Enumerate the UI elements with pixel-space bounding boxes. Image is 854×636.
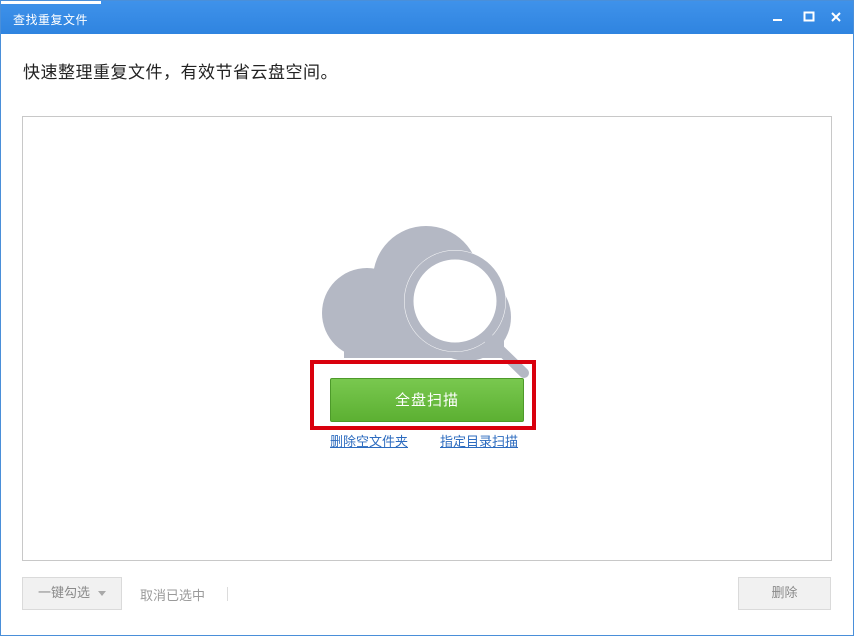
close-icon[interactable] xyxy=(827,8,845,26)
maximize-icon[interactable] xyxy=(800,8,818,26)
full-scan-button[interactable]: 全盘扫描 xyxy=(330,378,524,422)
select-all-dropdown[interactable]: 一键勾选 xyxy=(22,577,122,610)
cloud-search-icon xyxy=(322,226,529,378)
window-title: 查找重复文件 xyxy=(13,13,89,27)
title-bar[interactable]: 查找重复文件 xyxy=(1,1,853,34)
page-description: 快速整理重复文件，有效节省云盘空间。 xyxy=(23,63,338,83)
divider xyxy=(227,587,228,601)
duplicate-finder-window: 查找重复文件 快速整理重复文件，有效节省云盘空间。 全盘扫描 删除空文件夹 指定… xyxy=(0,0,854,636)
chevron-down-icon xyxy=(98,591,106,596)
delete-empty-folders-link[interactable]: 删除空文件夹 xyxy=(330,431,408,450)
title-bar-accent xyxy=(1,1,101,4)
deselect-button[interactable]: 取消已选中 xyxy=(140,585,205,604)
scan-panel: 全盘扫描 删除空文件夹 指定目录扫描 xyxy=(22,116,832,561)
select-all-label: 一键勾选 xyxy=(37,586,90,601)
delete-button[interactable]: 删除 xyxy=(738,577,831,610)
minimize-icon[interactable] xyxy=(769,8,787,26)
scan-directory-link[interactable]: 指定目录扫描 xyxy=(440,431,518,450)
